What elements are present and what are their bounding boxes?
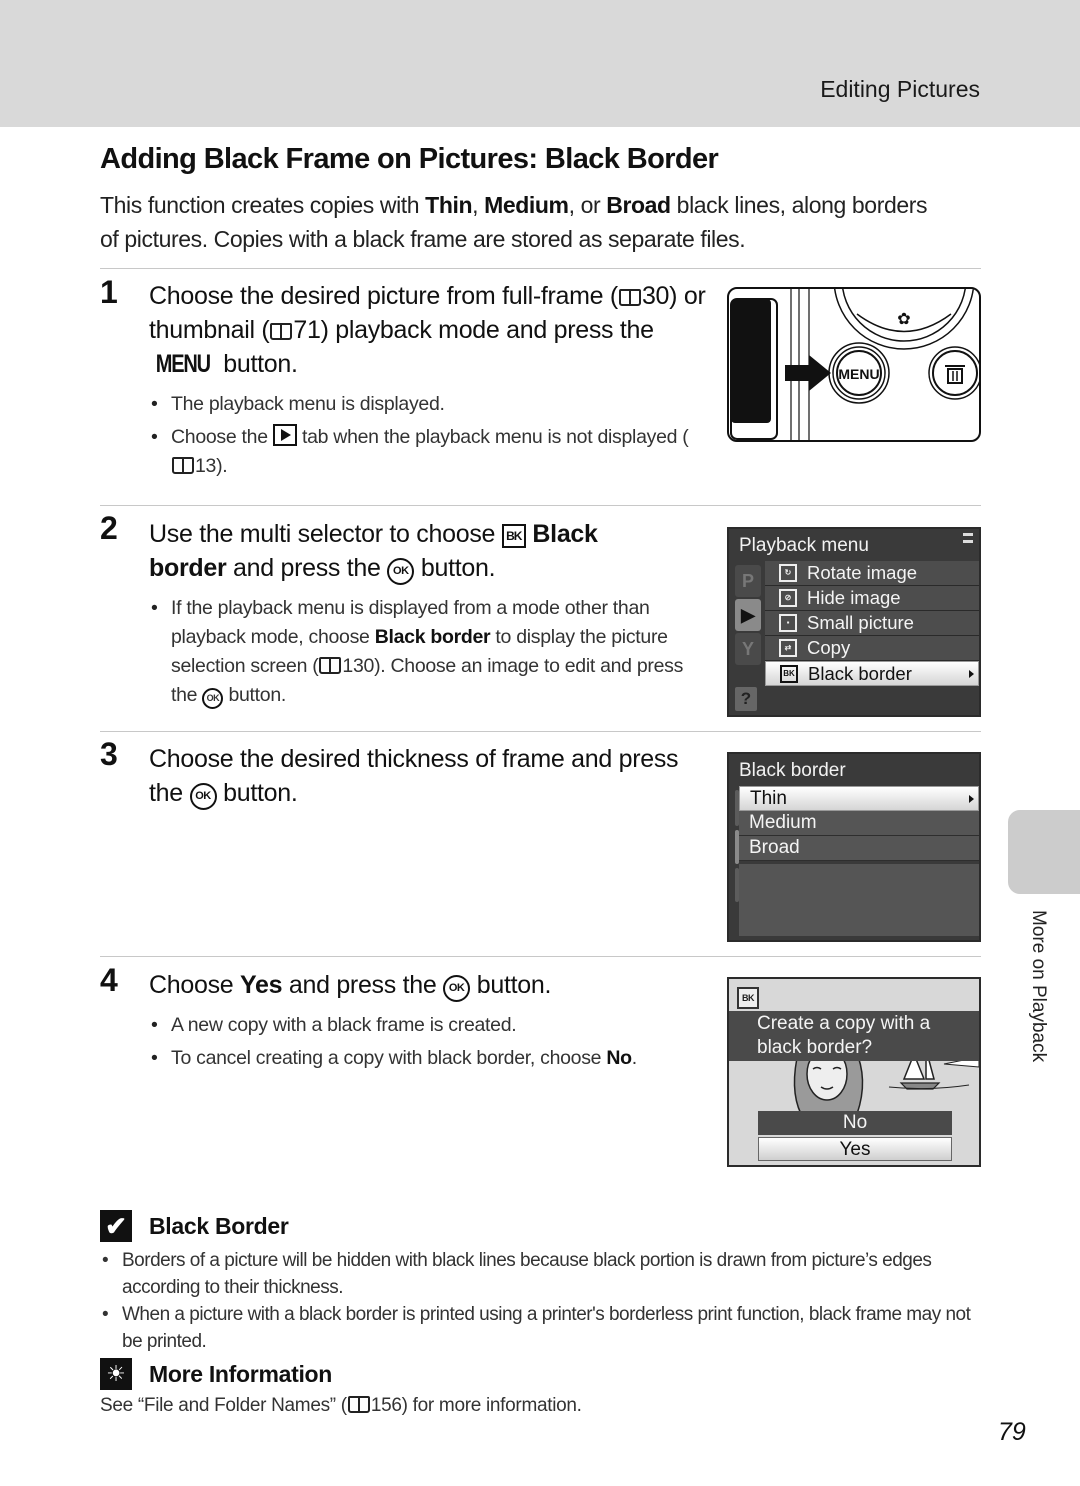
header-band [0,0,1080,127]
note-bullets: Borders of a picture will be hidden with… [100,1247,980,1355]
chapter-label: More on Playback [1028,910,1049,1063]
ok-button-icon: OK [443,975,471,1002]
screen-title: Playback menu [739,535,869,556]
step-1-heading: Choose the desired picture from full-fra… [149,279,709,381]
list-item: To cancel creating a copy with black bor… [149,1044,699,1073]
menu-button-label: MENU [838,366,879,382]
help-icon[interactable]: ? [735,687,757,711]
screen-title: Black border [739,760,846,781]
ok-button-icon: OK [189,783,217,810]
page-title: Adding Black Frame on Pictures: Black Bo… [100,143,719,175]
arrow-pointer-icon [785,355,831,391]
book-ref-icon [270,323,293,340]
small-picture-icon: ▪ [779,614,797,632]
step-4-bullets: A new copy with a black frame is created… [149,1011,699,1077]
book-ref-icon [618,289,641,306]
menu-item-rotate-image[interactable]: ↻ Rotate image [765,561,979,586]
rotate-image-icon: ↻ [779,564,797,582]
menu-item-copy[interactable]: ⇄ Copy [765,636,979,661]
divider [100,731,981,732]
section-label: Editing Pictures [820,76,980,102]
setup-tab-icon[interactable]: Y [735,633,761,665]
menu-indicator-icon [963,533,973,543]
menu-button-icon: MENU [155,350,211,378]
empty-list-area [739,864,979,936]
playback-tab-icon[interactable]: ▶ [735,599,761,631]
list-item: Choose the tab when the playback menu is… [149,423,699,481]
list-item: If the playback menu is displayed from a… [149,594,694,710]
svg-text:✿: ✿ [897,309,910,328]
camera-back-drawing: ✿ MENU [730,289,979,440]
confirm-screen: BK Create a copy with a black border? No… [727,977,981,1167]
book-ref-icon [172,457,194,474]
divider [100,268,981,269]
shooting-tab-icon[interactable]: P [735,565,761,597]
divider [100,505,981,506]
menu-item-hide-image[interactable]: ⊘ Hide image [765,586,979,611]
step-2-heading: Use the multi selector to choose BK Blac… [149,517,709,585]
camera-illustration: ✿ MENU [727,287,981,442]
step-number: 2 [100,510,118,546]
no-option[interactable]: No [758,1111,952,1135]
divider [100,956,981,957]
step-1-bullets: The playback menu is displayed. Choose t… [149,390,699,485]
copy-icon: ⇄ [779,639,797,657]
option-medium[interactable]: Medium [739,811,979,836]
step-4-heading: Choose Yes and press the OK button. [149,968,709,1002]
book-ref-icon [347,1396,370,1413]
note-title: More Information [149,1361,333,1387]
playback-menu-screen: Playback menu P ▶ Y ? ↻ Rotate image ⊘ Hid… [727,527,981,717]
yes-option[interactable]: Yes [758,1137,952,1161]
black-border-screen: Black border Thin Medium Broad [727,752,981,942]
lightbulb-icon: ☀ [100,1358,132,1390]
more-info-text: See “File and Folder Names” (156) for mo… [100,1395,582,1416]
list-item: The playback menu is displayed. [149,390,699,419]
black-border-icon: BK [501,524,526,548]
chevron-right-icon [969,795,974,803]
option-broad[interactable]: Broad [739,836,979,861]
book-ref-icon [319,657,342,674]
step-number: 4 [100,962,118,998]
check-icon: ✔ [100,1210,132,1242]
ok-button-icon: OK [387,558,415,585]
list-item: Borders of a picture will be hidden with… [100,1247,980,1301]
menu-tabs: P ▶ Y [735,565,761,667]
trash-icon [945,365,965,384]
chapter-tab [1008,810,1080,894]
chevron-right-icon [969,670,974,678]
step-number: 1 [100,274,118,310]
playback-menu-list: ↻ Rotate image ⊘ Hide image ▪ Small picture… [765,561,979,686]
thickness-options: Thin Medium Broad [739,786,979,861]
step-number: 3 [100,736,118,772]
step-3-heading: Choose the desired thickness of frame an… [149,742,709,810]
black-border-icon: BK [780,665,798,683]
note-title: Black Border [149,1213,289,1239]
menu-item-small-picture[interactable]: ▪ Small picture [765,611,979,636]
step-2-bullets: If the playback menu is displayed from a… [149,594,694,714]
list-item: A new copy with a black frame is created… [149,1011,699,1040]
option-thin[interactable]: Thin [739,786,979,811]
confirm-prompt: Create a copy with a black border? [729,1011,979,1061]
page-number: 79 [998,1418,1026,1446]
playback-tab-icon [272,424,297,446]
intro-paragraph: This function creates copies with Thin, … [100,192,928,252]
black-border-icon: BK [737,987,759,1009]
menu-item-black-border[interactable]: BK Black border [765,661,979,686]
hide-image-icon: ⊘ [779,589,797,607]
ok-button-icon: OK [202,688,224,709]
list-item: When a picture with a black border is pr… [100,1301,980,1355]
